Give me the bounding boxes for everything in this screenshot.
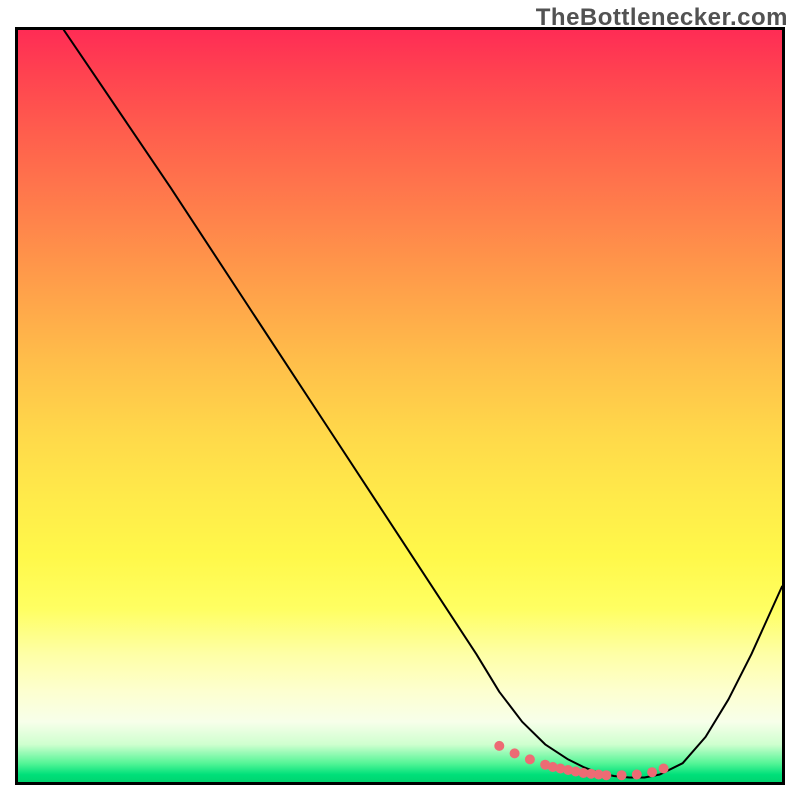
watermark-text: TheBottlenecker.com bbox=[536, 4, 788, 32]
stage: TheBottlenecker.com bbox=[0, 0, 800, 800]
chart-frame bbox=[15, 27, 785, 785]
heatmap-gradient bbox=[18, 30, 782, 782]
